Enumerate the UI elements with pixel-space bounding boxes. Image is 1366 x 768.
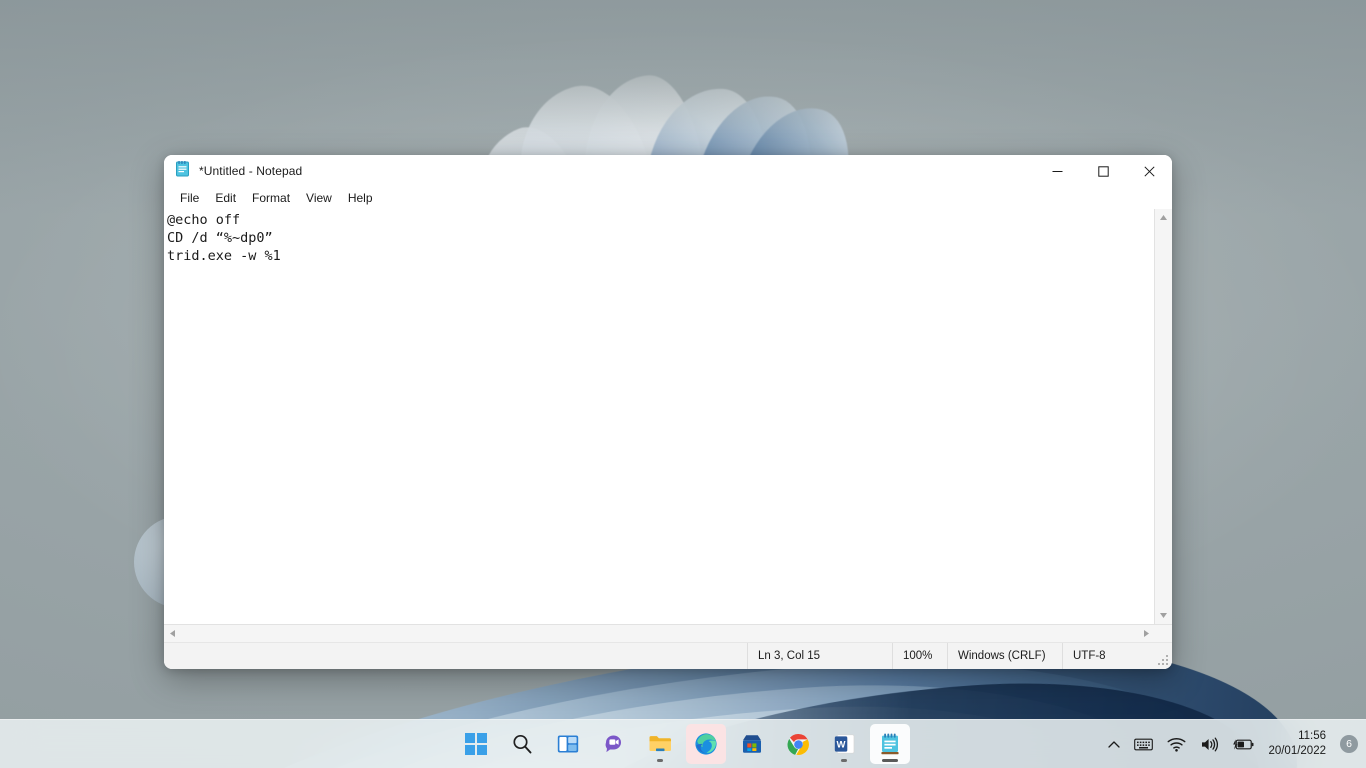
taskbar-center-group[interactable]: W — [456, 724, 910, 764]
notification-badge[interactable]: 6 — [1340, 735, 1358, 753]
tray-expand-button[interactable] — [1102, 726, 1126, 762]
title-bar-left[interactable]: *Untitled - Notepad — [164, 155, 1034, 187]
title-bar[interactable]: *Untitled - Notepad — [164, 155, 1172, 187]
taskbar-item-chat[interactable] — [594, 724, 634, 764]
taskbar[interactable]: W 11:56 20/01/2022 6 — [0, 719, 1366, 768]
notepad-icon — [175, 160, 190, 182]
running-indicator — [657, 759, 663, 762]
wifi-icon — [1167, 737, 1186, 752]
system-tray[interactable]: 11:56 20/01/2022 6 — [1102, 720, 1366, 768]
word-icon: W — [834, 734, 854, 754]
taskbar-item-file-explorer[interactable] — [640, 724, 680, 764]
status-cursor-position[interactable]: Ln 3, Col 15 — [747, 643, 892, 669]
caret-down-icon — [1160, 613, 1167, 618]
minimize-button[interactable] — [1034, 155, 1080, 187]
window-title: *Untitled - Notepad — [199, 164, 303, 178]
close-button[interactable] — [1126, 155, 1172, 187]
scroll-right-button[interactable] — [1138, 625, 1155, 642]
horizontal-scrollbar[interactable] — [164, 624, 1172, 642]
taskbar-item-start[interactable] — [456, 724, 496, 764]
active-indicator — [882, 759, 898, 762]
text-editor[interactable]: @echo off CD /d “%~dp0” trid.exe -w %1 — [164, 209, 1154, 624]
status-bar: Ln 3, Col 15 100% Windows (CRLF) UTF-8 — [164, 642, 1172, 669]
taskbar-item-notepad[interactable] — [870, 724, 910, 764]
notepad-window[interactable]: *Untitled - Notepad File Edit Format Vie… — [164, 155, 1172, 669]
clock[interactable]: 11:56 20/01/2022 — [1262, 726, 1332, 762]
caret-up-icon — [1160, 215, 1167, 220]
chat-icon — [605, 735, 621, 753]
close-icon — [1143, 165, 1155, 177]
minimize-icon — [1052, 170, 1062, 172]
chrome-icon — [787, 733, 809, 755]
desktop[interactable]: *Untitled - Notepad File Edit Format Vie… — [0, 0, 1366, 768]
vertical-scroll-track[interactable] — [1155, 226, 1172, 607]
menu-item-view[interactable]: View — [298, 189, 340, 207]
volume-icon — [1202, 737, 1219, 751]
tray-network-button[interactable] — [1161, 726, 1192, 762]
taskbar-item-search[interactable] — [502, 724, 542, 764]
scroll-up-button[interactable] — [1155, 209, 1172, 226]
menu-item-help[interactable]: Help — [340, 189, 381, 207]
menu-item-file[interactable]: File — [172, 189, 207, 207]
taskbar-item-chrome[interactable] — [778, 724, 818, 764]
search-icon — [513, 734, 532, 754]
caret-left-icon — [170, 630, 175, 637]
keyboard-icon — [1134, 738, 1154, 750]
taskbar-item-task-view[interactable] — [548, 724, 588, 764]
svg-text:W: W — [836, 739, 845, 750]
tray-keyboard-button[interactable] — [1128, 726, 1159, 762]
status-zoom-level[interactable]: 100% — [892, 643, 947, 669]
scroll-down-button[interactable] — [1155, 607, 1172, 624]
maximize-button[interactable] — [1080, 155, 1126, 187]
task-view-icon — [557, 735, 579, 753]
menu-bar[interactable]: File Edit Format View Help — [164, 187, 1172, 209]
scroll-left-button[interactable] — [164, 625, 181, 642]
clock-date: 20/01/2022 — [1268, 745, 1326, 757]
vertical-scrollbar[interactable] — [1154, 209, 1172, 624]
status-encoding[interactable]: UTF-8 — [1062, 643, 1172, 669]
taskbar-item-microsoft-store[interactable] — [732, 724, 772, 764]
editor-area[interactable]: @echo off CD /d “%~dp0” trid.exe -w %1 — [164, 209, 1172, 624]
chevron-up-icon — [1108, 740, 1121, 748]
notepad-taskbar-icon — [881, 733, 899, 754]
clock-time: 11:56 — [1298, 730, 1326, 742]
resize-grip[interactable] — [1158, 655, 1169, 666]
horizontal-scroll-track[interactable] — [181, 625, 1138, 642]
window-controls[interactable] — [1034, 155, 1172, 187]
taskbar-item-word[interactable]: W — [824, 724, 864, 764]
caret-right-icon — [1144, 630, 1149, 637]
battery-charging-icon — [1233, 738, 1254, 750]
start-icon — [465, 733, 487, 755]
status-line-ending[interactable]: Windows (CRLF) — [947, 643, 1062, 669]
microsoft-store-icon — [743, 735, 761, 753]
tray-battery-button[interactable] — [1227, 726, 1260, 762]
edge-icon — [695, 733, 717, 755]
scrollbar-corner — [1155, 625, 1172, 642]
maximize-icon — [1097, 165, 1109, 177]
menu-item-edit[interactable]: Edit — [207, 189, 244, 207]
tray-volume-button[interactable] — [1194, 726, 1225, 762]
running-indicator — [841, 759, 847, 762]
taskbar-item-edge[interactable] — [686, 724, 726, 764]
file-explorer-icon — [649, 736, 671, 752]
menu-item-format[interactable]: Format — [244, 189, 298, 207]
document-text[interactable]: @echo off CD /d “%~dp0” trid.exe -w %1 — [164, 209, 1154, 265]
